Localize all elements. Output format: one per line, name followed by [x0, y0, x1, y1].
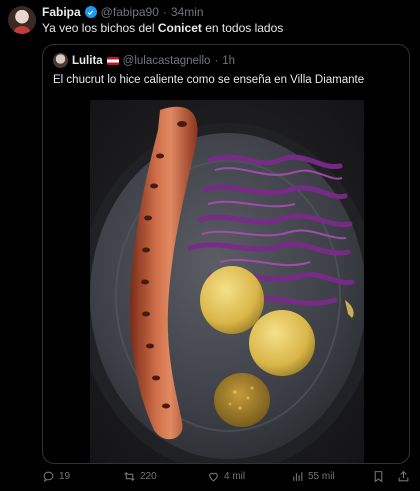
retweet-count: 220 [140, 471, 157, 482]
food-photo-image [90, 100, 364, 463]
quoted-text: El chucrut lo hice caliente como se ense… [53, 74, 365, 86]
tweet-text-after: en todos lados [201, 21, 284, 35]
flag-icon [106, 56, 119, 65]
like-icon [209, 472, 218, 482]
retweet-button[interactable]: 220 [123, 470, 157, 483]
quoted-handle: @lulacastagnello [122, 54, 211, 67]
tweet-time[interactable]: 34min [171, 5, 204, 19]
tweet-header: Fabipa @fabipa90 · 34min [42, 5, 204, 19]
action-bar: 19 220 4 mil 55 mil [42, 470, 410, 486]
reply-count: 19 [59, 471, 71, 482]
like-count: 4 mil [224, 471, 246, 482]
separator-dot: · [214, 54, 219, 67]
quoted-tweet[interactable]: Lulita @lulacastagnello · 1h El chucrut … [42, 44, 410, 464]
tweet-text-before: Ya veo los bichos del [42, 21, 158, 35]
retweet-icon [124, 471, 135, 482]
quoted-time: 1h [222, 54, 236, 67]
views-button[interactable]: 55 mil [291, 470, 335, 483]
tweet[interactable]: Fabipa @fabipa90 · 34min Ya veo los bich… [0, 0, 420, 491]
quoted-name: Lulita [72, 54, 103, 67]
separator-dot: · [162, 5, 167, 19]
tweet-text: Ya veo los bichos del Conicet en todos l… [42, 21, 283, 35]
quoted-header: Lulita @lulacastagnello · 1h [53, 53, 235, 68]
views-icon [293, 472, 303, 481]
author-handle[interactable]: @fabipa90 [101, 5, 159, 19]
share-button[interactable] [397, 470, 410, 483]
share-icon [398, 470, 409, 482]
author-avatar[interactable] [8, 6, 36, 34]
reply-button[interactable]: 19 [42, 470, 70, 483]
food-photo[interactable] [90, 100, 364, 463]
verified-icon [84, 6, 97, 18]
tweet-text-bold: Conicet [157, 21, 202, 35]
reply-icon [43, 471, 54, 482]
views-count: 55 mil [308, 471, 335, 482]
like-button[interactable]: 4 mil [207, 470, 245, 483]
author-name[interactable]: Fabipa [42, 5, 81, 19]
quoted-avatar [53, 53, 68, 68]
bookmark-icon [374, 471, 383, 483]
bookmark-button[interactable] [372, 470, 385, 483]
